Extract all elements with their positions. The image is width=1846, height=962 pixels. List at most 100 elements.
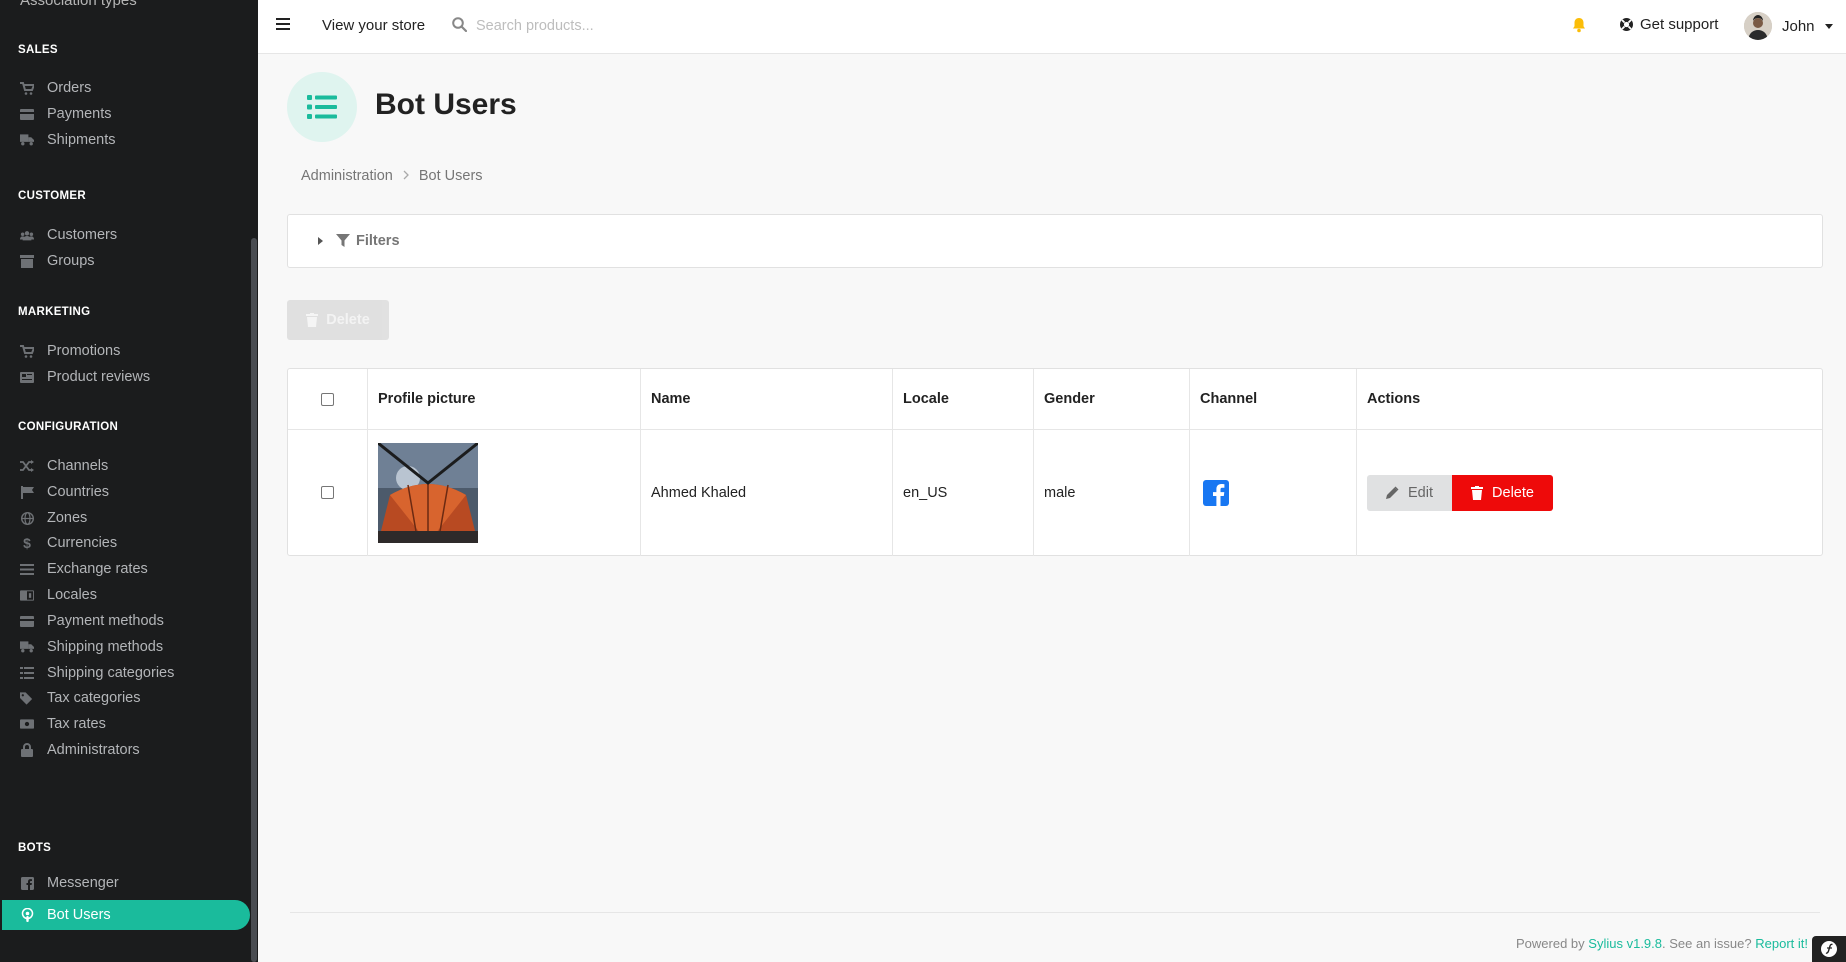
sidebar-item-label: Groups xyxy=(47,253,95,269)
cart-icon xyxy=(20,344,34,358)
sidebar-scrollbar[interactable] xyxy=(250,0,258,962)
get-support-label: Get support xyxy=(1640,16,1719,33)
pencil-icon xyxy=(1386,486,1399,499)
avatar xyxy=(1744,12,1772,40)
breadcrumb-bot-users: Bot Users xyxy=(418,168,483,184)
user-menu[interactable]: John xyxy=(1744,12,1833,40)
sidebar-item-label: Shipping categories xyxy=(47,665,175,681)
search-input[interactable] xyxy=(476,14,776,38)
bot-users-table: Profile picture Name Locale Gender Chann… xyxy=(287,368,1823,556)
sidebar-item-label: Tax categories xyxy=(47,690,141,706)
sidebar-item-label: Exchange rates xyxy=(47,561,148,577)
footer: Powered by Sylius v1.9.8. See an issue? … xyxy=(1516,936,1808,951)
get-support-link[interactable]: Get support xyxy=(1619,16,1718,33)
delete-label: Delete xyxy=(1492,484,1534,501)
actions-cell: Edit Delete xyxy=(1356,429,1822,556)
delete-button[interactable]: Delete xyxy=(1452,474,1553,511)
search-icon xyxy=(452,17,468,37)
profile-picture xyxy=(378,442,478,543)
profile-picture-cell xyxy=(367,429,640,556)
sidebar-item-label: Tax rates xyxy=(47,716,106,732)
issue-text: . See an issue? xyxy=(1662,936,1752,951)
sidebar-item-bot-users[interactable]: Bot Users xyxy=(2,900,250,930)
filters-label: Filters xyxy=(356,233,400,249)
column-header[interactable]: Gender xyxy=(1033,369,1189,429)
sidebar-item-label: Product reviews xyxy=(47,369,151,385)
lock-icon xyxy=(20,743,34,757)
topbar: View your store Get support John xyxy=(258,0,1846,54)
view-store-link[interactable]: View your store xyxy=(322,17,425,34)
facebook-icon xyxy=(1203,479,1229,506)
sidebar-item-groups[interactable]: Groups xyxy=(0,246,250,276)
podcast-icon xyxy=(20,908,34,922)
bulk-delete-button[interactable]: Delete xyxy=(287,300,389,340)
tags-icon xyxy=(20,691,34,705)
row-checkbox[interactable] xyxy=(321,486,334,499)
truck-icon xyxy=(20,640,34,654)
sidebar-item-label: Promotions xyxy=(47,343,121,359)
sidebar: Association types SALES Orders Payments … xyxy=(0,0,258,962)
sidebar-section-customer: CUSTOMER xyxy=(18,190,86,202)
sidebar-item-shipments[interactable]: Shipments xyxy=(0,125,250,155)
select-all-checkbox[interactable] xyxy=(321,392,334,406)
sidebar-item-label: Messenger xyxy=(47,875,119,891)
caret-right-icon xyxy=(318,237,323,245)
archive-icon xyxy=(20,254,34,268)
sidebar-item-label: Payment methods xyxy=(47,613,164,629)
credit-card-icon xyxy=(20,107,34,121)
bulk-delete-label: Delete xyxy=(326,312,370,328)
page-icon xyxy=(287,72,357,142)
powered-by-text: Powered by xyxy=(1516,936,1585,951)
user-name: John xyxy=(1782,17,1815,35)
dollar-icon: $ xyxy=(23,535,31,551)
column-header[interactable]: Profile picture xyxy=(367,369,640,429)
sidebar-item-messenger[interactable]: Messenger xyxy=(0,868,250,898)
sidebar-item-label: Currencies xyxy=(47,535,118,551)
report-issue-link[interactable]: Report it! xyxy=(1755,936,1808,951)
cart-icon xyxy=(20,81,34,95)
translate-icon xyxy=(20,588,34,602)
sidebar-item-label: Locales xyxy=(47,587,97,603)
sidebar-item-association-types[interactable]: Association types xyxy=(20,0,137,9)
truck-icon xyxy=(20,133,34,147)
sidebar-item-label: Shipments xyxy=(47,132,116,148)
sidebar-section-bots: BOTS xyxy=(18,842,52,854)
sidebar-item-product-reviews[interactable]: Product reviews xyxy=(0,362,250,392)
newspaper-icon xyxy=(20,370,34,384)
sidebar-section-marketing: MARKETING xyxy=(18,306,91,318)
gender-cell: male xyxy=(1044,484,1076,501)
credit-card-icon xyxy=(20,614,34,628)
users-icon xyxy=(20,228,34,242)
list-icon xyxy=(20,666,34,680)
sidebar-item-label: Countries xyxy=(47,484,110,500)
sidebar-item-administrators[interactable]: Administrators xyxy=(0,735,250,765)
facebook-square-icon xyxy=(20,876,34,890)
trash-icon xyxy=(1471,485,1484,500)
edit-label: Edit xyxy=(1408,484,1433,501)
globe-icon xyxy=(20,511,34,525)
sidebar-item-label: Shipping methods xyxy=(47,639,164,655)
column-header[interactable]: Locale xyxy=(892,369,1033,429)
flag-icon xyxy=(20,485,34,499)
sylius-version-link[interactable]: Sylius v1.9.8 xyxy=(1588,936,1662,951)
sidebar-item-label: Bot Users xyxy=(47,907,111,923)
column-header: Actions xyxy=(1367,391,1421,407)
name-cell: Ahmed Khaled xyxy=(651,484,747,501)
breadcrumb-administration[interactable]: Administration xyxy=(301,168,393,184)
list-icon xyxy=(307,95,337,119)
money-icon xyxy=(20,717,34,731)
chevron-down-icon xyxy=(1824,23,1833,29)
bell-icon[interactable] xyxy=(1572,17,1586,38)
locale-cell: en_US xyxy=(903,484,948,501)
filters-accordion[interactable]: Filters xyxy=(287,214,1823,268)
random-icon xyxy=(20,459,34,473)
column-header[interactable]: Channel xyxy=(1189,369,1356,429)
edit-button[interactable]: Edit xyxy=(1367,474,1452,511)
menu-toggle-icon[interactable] xyxy=(276,18,290,32)
sidebar-item-label: Channels xyxy=(47,458,109,474)
breadcrumb: Administration Bot Users xyxy=(301,168,483,184)
column-header[interactable]: Name xyxy=(640,369,892,429)
sidebar-item-label: Administrators xyxy=(47,742,140,758)
sidebar-scrollbar-thumb[interactable] xyxy=(251,238,257,962)
symfony-toolbar-icon[interactable] xyxy=(1812,936,1846,962)
